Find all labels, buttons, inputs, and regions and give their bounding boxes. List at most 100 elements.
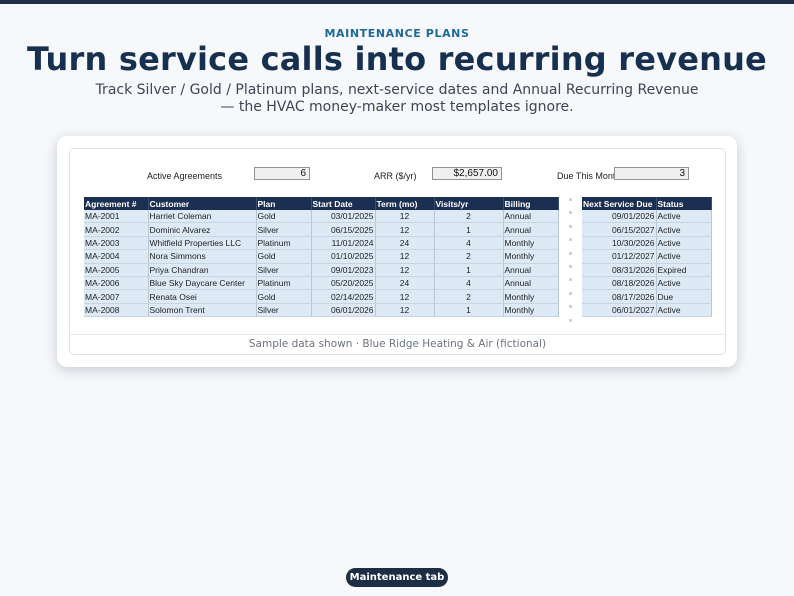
cell[interactable]: Priya Chandran: [148, 263, 257, 277]
header-billing[interactable]: Billing: [503, 197, 559, 210]
cell[interactable]: 24: [375, 236, 435, 251]
cell[interactable]: Annual: [503, 263, 559, 277]
cell[interactable]: Monthly: [503, 236, 559, 251]
cell[interactable]: 09/01/2026: [582, 210, 657, 224]
cell[interactable]: 08/31/2026: [582, 263, 657, 277]
cell[interactable]: 12: [375, 303, 435, 318]
cell[interactable]: Silver: [256, 303, 312, 318]
cell[interactable]: MA-2006: [84, 276, 149, 291]
cell[interactable]: 12: [375, 222, 435, 237]
cell[interactable]: 24: [375, 276, 435, 291]
cell[interactable]: 12: [375, 263, 435, 277]
arr-value[interactable]: $2,657.00: [432, 167, 502, 180]
cell[interactable]: Annual: [503, 222, 559, 237]
cell[interactable]: 06/15/2025: [311, 222, 376, 237]
cell[interactable]: Blue Sky Daycare Center: [148, 276, 257, 291]
cell[interactable]: Silver: [256, 222, 312, 237]
table-row: MA-2003 Whitfield Properties LLC Platinu…: [84, 236, 559, 251]
cell[interactable]: 12: [375, 210, 435, 224]
cell[interactable]: Nora Simmons: [148, 249, 257, 264]
cell[interactable]: 09/01/2023: [311, 263, 376, 277]
cell[interactable]: 06/01/2026: [311, 303, 376, 318]
cell[interactable]: Annual: [503, 210, 559, 224]
table-row: MA-2006 Blue Sky Daycare Center Platinum…: [84, 276, 559, 291]
status-cell[interactable]: Expired: [656, 263, 712, 277]
table-row: 08/17/2026 Due: [582, 289, 712, 304]
header-status[interactable]: Status: [656, 197, 712, 210]
cell[interactable]: 1: [434, 303, 504, 318]
cell[interactable]: MA-2001: [84, 210, 149, 224]
cell[interactable]: MA-2008: [84, 303, 149, 318]
header-next-service-due[interactable]: Next Service Due: [582, 197, 657, 210]
cell[interactable]: 10/30/2026: [582, 236, 657, 251]
cell[interactable]: MA-2003: [84, 236, 149, 251]
status-cell[interactable]: Active: [656, 236, 712, 251]
cell[interactable]: 12: [375, 289, 435, 304]
arr-label: ARR ($/yr): [374, 171, 417, 181]
cell[interactable]: 11/01/2024: [311, 236, 376, 251]
cell[interactable]: Renata Osei: [148, 289, 257, 304]
cell[interactable]: Monthly: [503, 289, 559, 304]
status-cell[interactable]: Active: [656, 276, 712, 291]
cell[interactable]: MA-2005: [84, 263, 149, 277]
cell[interactable]: 05/20/2025: [311, 276, 376, 291]
cell[interactable]: Gold: [256, 249, 312, 264]
cell[interactable]: Dominic Alvarez: [148, 222, 257, 237]
cell[interactable]: 06/01/2027: [582, 303, 657, 318]
cell[interactable]: 12: [375, 249, 435, 264]
header-customer[interactable]: Customer: [148, 197, 257, 210]
status-cell[interactable]: Active: [656, 303, 712, 318]
cell[interactable]: Annual: [503, 276, 559, 291]
table-row: 09/01/2026 Active: [582, 210, 712, 224]
due-this-month-value[interactable]: 3: [614, 167, 689, 180]
header-plan[interactable]: Plan: [256, 197, 312, 210]
cell[interactable]: 4: [434, 276, 504, 291]
cell[interactable]: 4: [434, 236, 504, 251]
cell[interactable]: Whitfield Properties LLC: [148, 236, 257, 251]
maintenance-tab-badge[interactable]: Maintenance tab: [346, 568, 448, 587]
cell[interactable]: MA-2007: [84, 289, 149, 304]
header-visits[interactable]: Visits/yr: [434, 197, 504, 210]
spreadsheet-preview-card: Active Agreements 6 ARR ($/yr) $2,657.00…: [57, 136, 737, 367]
table-row: MA-2002 Dominic Alvarez Silver 06/15/202…: [84, 222, 559, 237]
cell[interactable]: 03/01/2025: [311, 210, 376, 224]
cell[interactable]: Harriet Coleman: [148, 210, 257, 224]
cell[interactable]: Platinum: [256, 276, 312, 291]
status-cell[interactable]: Active: [656, 210, 712, 224]
table-header-row: Next Service Due Status: [582, 197, 712, 210]
table-header-row: Agreement # Customer Plan Start Date Ter…: [84, 197, 559, 210]
cell[interactable]: Monthly: [503, 303, 559, 318]
status-cell[interactable]: Active: [656, 222, 712, 237]
status-cell[interactable]: Due: [656, 289, 712, 304]
cell[interactable]: 2: [434, 210, 504, 224]
footnote-divider: [70, 334, 725, 335]
cell[interactable]: Gold: [256, 210, 312, 224]
cell[interactable]: MA-2002: [84, 222, 149, 237]
status-cell[interactable]: Active: [656, 249, 712, 264]
service-schedule-table: Next Service Due Status 09/01/2026 Activ…: [582, 197, 712, 318]
page-subtitle: Track Silver / Gold / Platinum plans, ne…: [95, 82, 699, 115]
cell[interactable]: 01/10/2025: [311, 249, 376, 264]
table-row: MA-2008 Solomon Trent Silver 06/01/2026 …: [84, 303, 559, 318]
active-agreements-label: Active Agreements: [147, 171, 223, 181]
active-agreements-value[interactable]: 6: [254, 167, 310, 180]
cell[interactable]: Monthly: [503, 249, 559, 264]
cell[interactable]: 01/12/2027: [582, 249, 657, 264]
header-term[interactable]: Term (mo): [375, 197, 435, 210]
cell[interactable]: Platinum: [256, 236, 312, 251]
cell[interactable]: Gold: [256, 289, 312, 304]
cell[interactable]: 08/18/2026: [582, 276, 657, 291]
header-start-date[interactable]: Start Date: [311, 197, 376, 210]
cell[interactable]: 2: [434, 249, 504, 264]
cell[interactable]: 08/17/2026: [582, 289, 657, 304]
cell[interactable]: 06/15/2027: [582, 222, 657, 237]
cell[interactable]: 02/14/2025: [311, 289, 376, 304]
cell[interactable]: 1: [434, 263, 504, 277]
table-row: 08/18/2026 Active: [582, 276, 712, 291]
header-agreement[interactable]: Agreement #: [84, 197, 149, 210]
cell[interactable]: Silver: [256, 263, 312, 277]
cell[interactable]: 2: [434, 289, 504, 304]
cell[interactable]: MA-2004: [84, 249, 149, 264]
cell[interactable]: 1: [434, 222, 504, 237]
cell[interactable]: Solomon Trent: [148, 303, 257, 318]
